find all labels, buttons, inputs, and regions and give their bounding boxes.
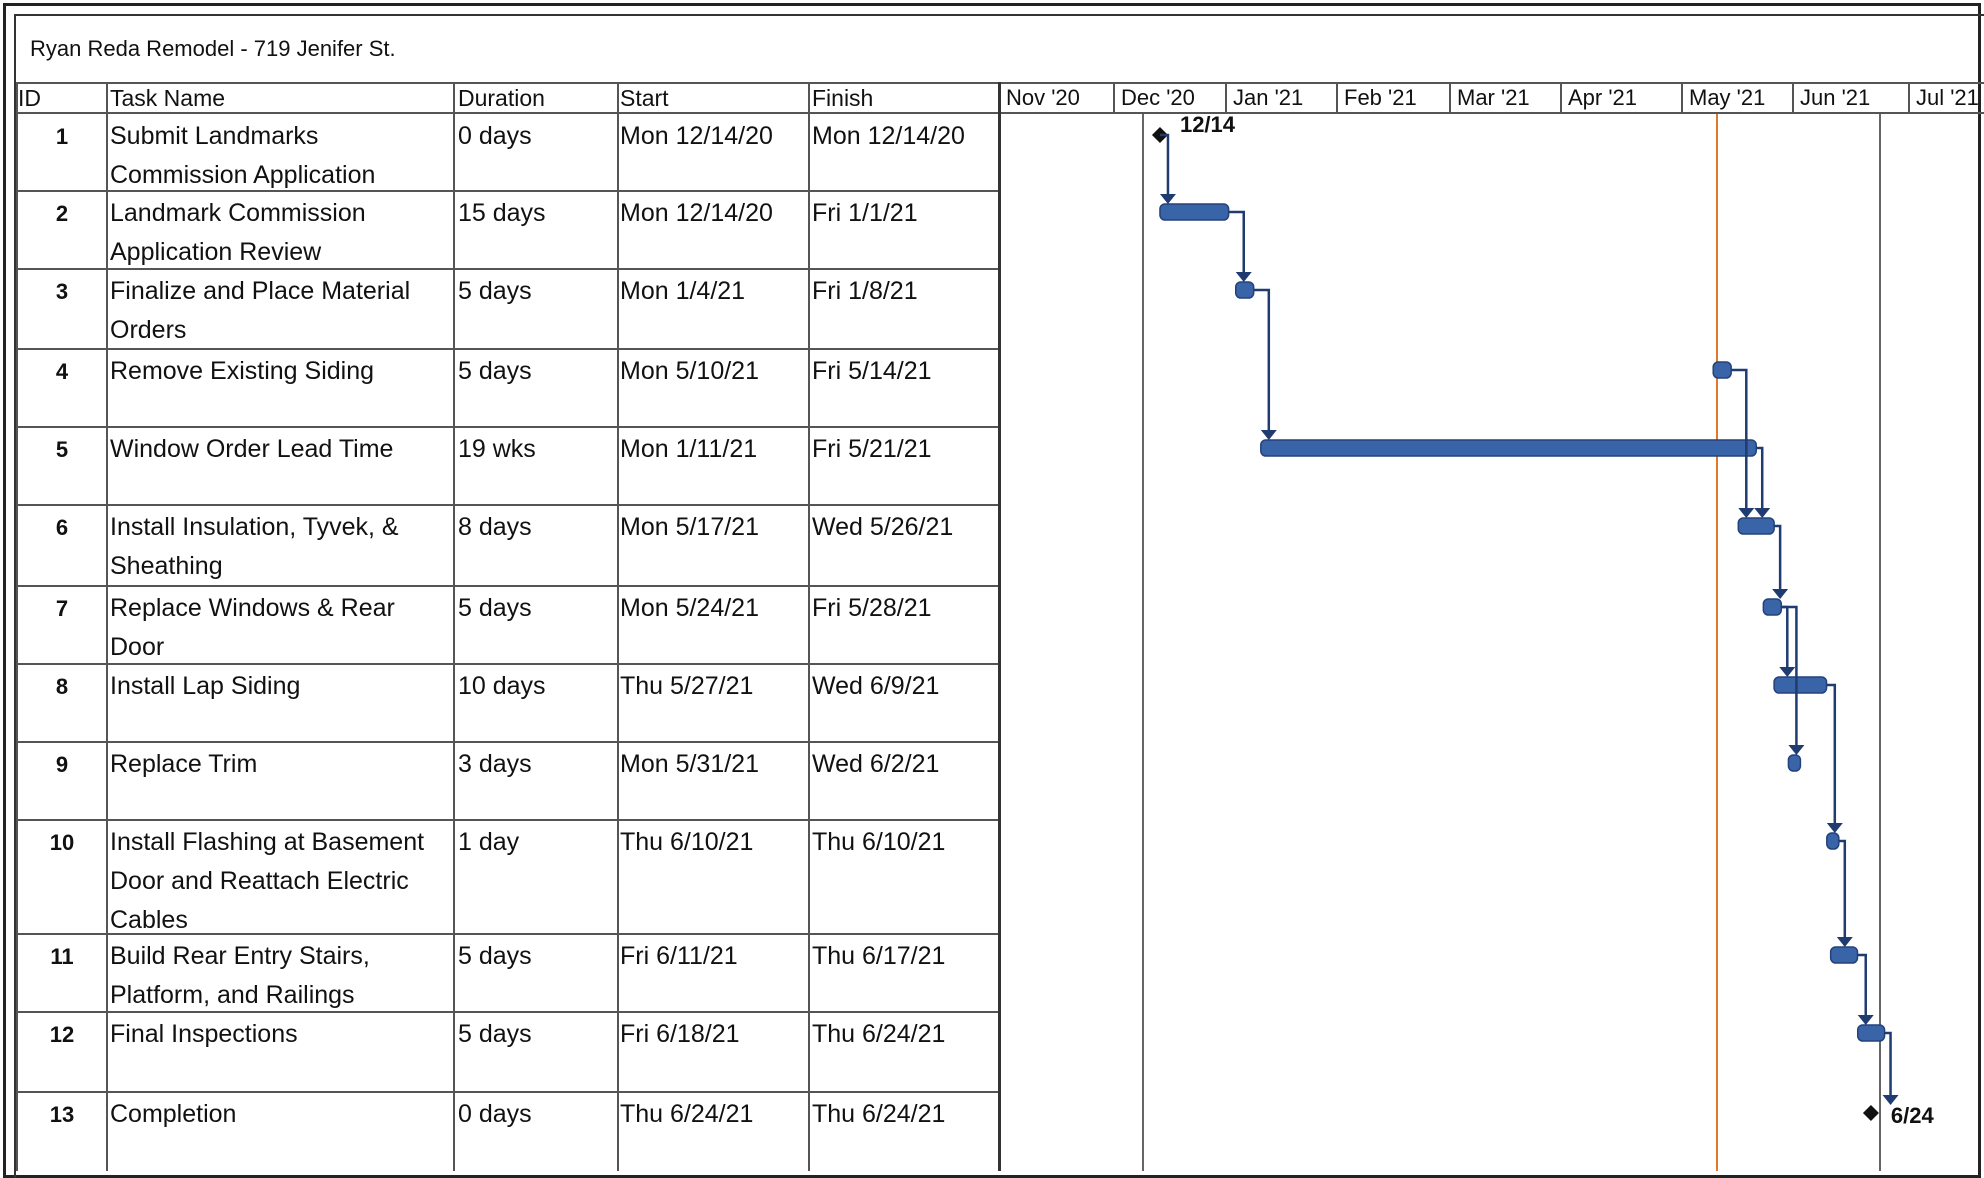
dependency-arrow bbox=[1836, 937, 1853, 947]
dependency-arrow bbox=[1788, 745, 1805, 755]
milestone-label: 12/14 bbox=[1180, 112, 1236, 137]
dependency-arrow bbox=[1772, 589, 1789, 599]
task-bar bbox=[1856, 1024, 1886, 1042]
dependency-arrow bbox=[1159, 194, 1176, 204]
dependency-link bbox=[1253, 288, 1271, 436]
dependency-arrow bbox=[1826, 823, 1843, 833]
gantt-chart: 12/14 6/24 bbox=[1142, 112, 1935, 1171]
task-bar bbox=[1787, 754, 1802, 772]
task-bar bbox=[1829, 946, 1859, 964]
dependency-arrow bbox=[1779, 667, 1796, 677]
milestone-marker bbox=[1862, 1105, 1879, 1121]
dependency-link bbox=[1826, 683, 1837, 829]
dependency-link bbox=[1774, 524, 1782, 595]
dependency-link bbox=[1857, 953, 1867, 1021]
milestone-label: 6/24 bbox=[1891, 1103, 1935, 1128]
task-bar bbox=[1773, 676, 1828, 694]
task-bar bbox=[1234, 281, 1255, 299]
dependency-link bbox=[1159, 133, 1170, 200]
dependency-arrow bbox=[1738, 508, 1755, 518]
dependency-link bbox=[1884, 1031, 1892, 1101]
task-bar bbox=[1737, 517, 1775, 535]
dependency-arrow bbox=[1754, 508, 1771, 518]
dependency-link bbox=[1756, 446, 1764, 514]
task-bar bbox=[1159, 203, 1230, 221]
task-bar bbox=[1712, 361, 1732, 379]
dependency-link bbox=[1228, 210, 1245, 278]
gantt-page: Ryan Reda Remodel - 719 Jenifer St. ID T… bbox=[0, 0, 1984, 1178]
dependency-link bbox=[1838, 839, 1847, 943]
task-bar bbox=[1762, 598, 1783, 616]
task-bar bbox=[1260, 439, 1757, 457]
dependency-arrow bbox=[1857, 1015, 1874, 1025]
dependency-arrow bbox=[1260, 430, 1277, 440]
dependency-link bbox=[1781, 605, 1789, 673]
dependency-arrow bbox=[1235, 272, 1252, 282]
task-bar bbox=[1826, 832, 1840, 850]
